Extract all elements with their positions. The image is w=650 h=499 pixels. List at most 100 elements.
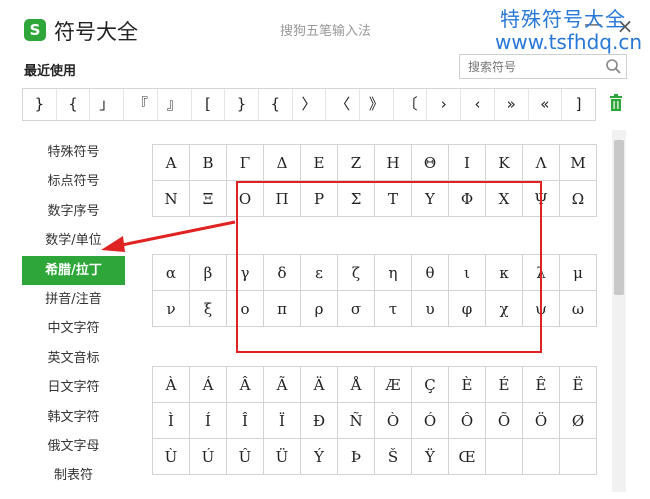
- symbol-cell[interactable]: Ù: [152, 438, 190, 475]
- symbol-cell[interactable]: κ: [485, 254, 523, 291]
- recent-symbol-cell[interactable]: 〉: [293, 89, 327, 120]
- symbol-cell[interactable]: Ã: [263, 366, 301, 403]
- symbol-cell[interactable]: Β: [189, 144, 227, 181]
- symbol-cell[interactable]: β: [189, 254, 227, 291]
- symbol-cell[interactable]: Σ: [337, 180, 375, 217]
- symbol-cell[interactable]: Þ: [337, 438, 375, 475]
- symbol-cell[interactable]: Õ: [485, 402, 523, 439]
- symbol-cell[interactable]: ρ: [300, 290, 338, 327]
- symbol-cell[interactable]: φ: [448, 290, 486, 327]
- symbol-cell[interactable]: Δ: [263, 144, 301, 181]
- symbol-cell[interactable]: ο: [226, 290, 264, 327]
- search-icon[interactable]: [605, 58, 622, 75]
- symbol-cell[interactable]: Ô: [448, 402, 486, 439]
- symbol-cell[interactable]: Â: [226, 366, 264, 403]
- symbol-cell[interactable]: Υ: [411, 180, 449, 217]
- symbol-cell[interactable]: λ: [522, 254, 560, 291]
- recent-symbol-cell[interactable]: ‹: [461, 89, 495, 120]
- symbol-cell[interactable]: É: [485, 366, 523, 403]
- recent-symbol-cell[interactable]: ›: [427, 89, 462, 120]
- symbol-cell[interactable]: υ: [411, 290, 449, 327]
- symbol-cell[interactable]: χ: [485, 290, 523, 327]
- symbol-cell[interactable]: Ë: [559, 366, 597, 403]
- symbol-cell[interactable]: ν: [152, 290, 190, 327]
- symbol-cell[interactable]: Π: [263, 180, 301, 217]
- recent-symbol-cell[interactable]: «: [529, 89, 563, 120]
- symbol-cell[interactable]: Ψ: [522, 180, 560, 217]
- recent-symbol-cell[interactable]: 『: [124, 89, 158, 120]
- symbol-cell[interactable]: È: [448, 366, 486, 403]
- recent-symbol-cell[interactable]: ]: [562, 89, 595, 120]
- sidebar-category-item[interactable]: 拼音/注音: [22, 285, 125, 314]
- symbol-cell[interactable]: Ö: [522, 402, 560, 439]
- symbol-cell[interactable]: Ú: [189, 438, 227, 475]
- symbol-cell[interactable]: Ρ: [300, 180, 338, 217]
- symbol-cell[interactable]: σ: [337, 290, 375, 327]
- recent-symbol-cell[interactable]: {: [57, 89, 91, 120]
- symbol-cell[interactable]: Φ: [448, 180, 486, 217]
- symbol-cell[interactable]: Œ: [448, 438, 486, 475]
- symbol-cell[interactable]: Ì: [152, 402, 190, 439]
- sidebar-category-item[interactable]: 数字序号: [22, 197, 125, 226]
- symbol-cell[interactable]: Š: [374, 438, 412, 475]
- symbol-cell[interactable]: Ä: [300, 366, 338, 403]
- sidebar-category-item[interactable]: 标点符号: [22, 167, 125, 196]
- scrollbar-thumb[interactable]: [614, 140, 624, 295]
- symbol-cell[interactable]: π: [263, 290, 301, 327]
- symbol-cell[interactable]: Γ: [226, 144, 264, 181]
- symbol-cell[interactable]: ω: [559, 290, 597, 327]
- symbol-cell[interactable]: ι: [448, 254, 486, 291]
- symbol-cell[interactable]: Ο: [226, 180, 264, 217]
- recent-symbol-cell[interactable]: [: [192, 89, 226, 120]
- symbol-cell[interactable]: Η: [374, 144, 412, 181]
- symbol-cell[interactable]: Ø: [559, 402, 597, 439]
- symbol-cell[interactable]: Ω: [559, 180, 597, 217]
- symbol-cell[interactable]: À: [152, 366, 190, 403]
- sidebar-category-item[interactable]: 中文字符: [22, 314, 125, 343]
- symbol-cell[interactable]: Κ: [485, 144, 523, 181]
- symbol-cell[interactable]: Ê: [522, 366, 560, 403]
- symbol-cell[interactable]: Ó: [411, 402, 449, 439]
- symbol-cell[interactable]: Æ: [374, 366, 412, 403]
- sidebar-category-item[interactable]: 数学/单位: [22, 226, 125, 255]
- recent-symbol-cell[interactable]: 〔: [394, 89, 428, 120]
- symbol-cell[interactable]: Μ: [559, 144, 597, 181]
- sidebar-category-item[interactable]: 英文音标: [22, 344, 125, 373]
- symbol-cell[interactable]: Ï: [263, 402, 301, 439]
- symbol-cell[interactable]: Î: [226, 402, 264, 439]
- symbol-cell[interactable]: η: [374, 254, 412, 291]
- symbol-cell[interactable]: θ: [411, 254, 449, 291]
- symbol-cell[interactable]: Λ: [522, 144, 560, 181]
- symbol-cell[interactable]: Ζ: [337, 144, 375, 181]
- symbol-cell[interactable]: ψ: [522, 290, 560, 327]
- symbol-cell[interactable]: Α: [152, 144, 190, 181]
- vertical-scrollbar[interactable]: [612, 130, 626, 492]
- sidebar-category-item[interactable]: 特殊符号: [22, 138, 125, 167]
- symbol-cell[interactable]: Ι: [448, 144, 486, 181]
- sidebar-category-item[interactable]: 韩文字符: [22, 403, 125, 432]
- recent-symbol-cell[interactable]: 》: [360, 89, 394, 120]
- symbol-cell[interactable]: ζ: [337, 254, 375, 291]
- symbol-cell[interactable]: Å: [337, 366, 375, 403]
- symbol-cell[interactable]: Ü: [263, 438, 301, 475]
- sidebar-category-item[interactable]: 日文字符: [22, 373, 125, 402]
- recent-symbol-cell[interactable]: 〈: [326, 89, 361, 120]
- symbol-cell[interactable]: Ν: [152, 180, 190, 217]
- sidebar-category-item[interactable]: 制表符: [22, 461, 125, 490]
- symbol-cell[interactable]: μ: [559, 254, 597, 291]
- symbol-cell[interactable]: Ý: [300, 438, 338, 475]
- symbol-cell[interactable]: Ÿ: [411, 438, 449, 475]
- symbol-cell[interactable]: ξ: [189, 290, 227, 327]
- recent-symbol-cell[interactable]: »: [495, 89, 529, 120]
- symbol-cell[interactable]: Í: [189, 402, 227, 439]
- symbol-cell[interactable]: δ: [263, 254, 301, 291]
- symbol-cell[interactable]: α: [152, 254, 190, 291]
- symbol-cell[interactable]: Ξ: [189, 180, 227, 217]
- symbol-cell[interactable]: ε: [300, 254, 338, 291]
- search-box[interactable]: [459, 54, 627, 79]
- symbol-cell[interactable]: Ñ: [337, 402, 375, 439]
- symbol-cell[interactable]: Ð: [300, 402, 338, 439]
- recent-symbol-cell[interactable]: {: [259, 89, 293, 120]
- symbol-cell[interactable]: γ: [226, 254, 264, 291]
- recent-symbol-cell[interactable]: }: [23, 89, 57, 120]
